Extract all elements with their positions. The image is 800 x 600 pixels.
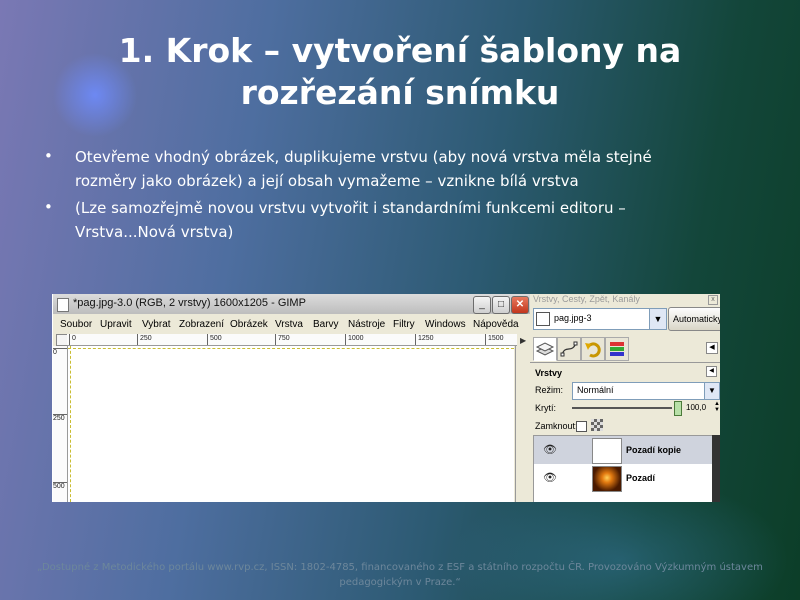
spin-arrows-icon[interactable]: ▲ ▼ bbox=[714, 401, 720, 413]
navigate-arrow-icon[interactable]: ▶ bbox=[520, 336, 526, 345]
layer-name[interactable]: Pozadí kopie bbox=[626, 445, 681, 455]
dock-header: Vrstvy, Cesty, Zpět, Kanály bbox=[530, 294, 720, 306]
checkerboard-alpha-icon bbox=[591, 419, 603, 431]
menu-filtry[interactable]: Filtry bbox=[393, 319, 415, 330]
vertical-ruler: 0 250 500 bbox=[53, 346, 68, 502]
bullet-dot: • bbox=[44, 147, 53, 165]
ruler-label: 500 bbox=[207, 334, 222, 345]
menu-barvy[interactable]: Barvy bbox=[313, 319, 339, 330]
close-icon[interactable]: x bbox=[708, 295, 718, 305]
gimp-image-window: *pag.jpg-3.0 (RGB, 2 vrstvy) 1600x1205 -… bbox=[52, 294, 531, 502]
opacity-slider-handle[interactable] bbox=[674, 401, 682, 416]
layer-boundary bbox=[70, 346, 72, 502]
eye-icon[interactable]: 👁 bbox=[543, 471, 557, 484]
image-canvas[interactable] bbox=[68, 346, 514, 502]
tab-menu-icon[interactable]: ◀ bbox=[706, 342, 718, 354]
opacity-slider[interactable] bbox=[572, 407, 672, 409]
ruler-label: 0 bbox=[53, 348, 67, 356]
ruler-label: 0 bbox=[69, 334, 76, 345]
opacity-value[interactable]: 100,0 bbox=[686, 403, 706, 412]
menu-zobrazeni[interactable]: Zobrazení bbox=[179, 319, 224, 330]
auto-button[interactable]: Automaticky bbox=[668, 307, 720, 331]
layers-panel-title: Vrstvy bbox=[535, 368, 563, 378]
ruler-label: 250 bbox=[137, 334, 152, 345]
layer-thumbnail bbox=[592, 466, 622, 492]
layer-row[interactable]: 👁 Pozadí bbox=[534, 464, 720, 492]
layers-tab-icon[interactable] bbox=[533, 337, 557, 361]
channels-tab-icon[interactable] bbox=[605, 337, 629, 361]
image-select-value: pag.jpg-3 bbox=[554, 313, 592, 323]
image-select[interactable]: pag.jpg-3 ▼ bbox=[533, 308, 667, 330]
ruler-label: 1500 bbox=[485, 334, 504, 345]
paths-tab-icon[interactable] bbox=[557, 337, 581, 361]
lock-alpha-checkbox[interactable] bbox=[576, 421, 587, 432]
dock-tabs: ◀ bbox=[530, 334, 720, 363]
minimize-button[interactable]: _ bbox=[473, 296, 491, 314]
menu-vrstva[interactable]: Vrstva bbox=[275, 319, 303, 330]
layer-boundary bbox=[68, 348, 514, 350]
layer-row[interactable]: 👁 Pozadí kopie bbox=[534, 436, 720, 464]
ruler-label: 250 bbox=[53, 414, 67, 422]
opacity-label: Krytí: bbox=[535, 403, 557, 413]
mode-value: Normální bbox=[577, 385, 614, 395]
vertical-scrollbar[interactable] bbox=[515, 346, 531, 502]
ruler-label: 750 bbox=[275, 334, 290, 345]
ruler-label: 1250 bbox=[415, 334, 434, 345]
window-title: *pag.jpg-3.0 (RGB, 2 vrstvy) 1600x1205 -… bbox=[73, 297, 306, 309]
layer-name[interactable]: Pozadí bbox=[626, 473, 655, 483]
image-thumbnail bbox=[536, 312, 550, 326]
ruler-label: 500 bbox=[53, 482, 67, 490]
footer-credit: „Dostupné z Metodického portálu www.rvp.… bbox=[37, 562, 763, 588]
menu-windows[interactable]: Windows bbox=[425, 319, 466, 330]
menu-napoveda[interactable]: Nápověda bbox=[473, 319, 519, 330]
undo-tab-icon[interactable] bbox=[581, 337, 605, 361]
ruler-label: 1000 bbox=[345, 334, 364, 345]
horizontal-ruler: 0 250 500 750 1000 1250 1500 bbox=[67, 334, 517, 346]
bullet-item: • Otevřeme vhodný obrázek, duplikujeme v… bbox=[40, 145, 680, 193]
menu-soubor[interactable]: Soubor bbox=[60, 319, 92, 330]
menu-bar: Soubor Upravit Vybrat Zobrazení Obrázek … bbox=[53, 315, 531, 333]
close-button[interactable]: ✕ bbox=[511, 296, 529, 314]
menu-upravit[interactable]: Upravit bbox=[100, 319, 132, 330]
window-titlebar: *pag.jpg-3.0 (RGB, 2 vrstvy) 1600x1205 -… bbox=[53, 294, 531, 314]
document-icon bbox=[57, 298, 69, 312]
layer-thumbnail bbox=[592, 438, 622, 464]
bullet-item: • (Lze samozřejmě novou vrstvu vytvořit … bbox=[40, 196, 680, 244]
chevron-down-icon[interactable]: ▼ bbox=[649, 309, 666, 329]
bullet-text: Otevřeme vhodný obrázek, duplikujeme vrs… bbox=[75, 148, 652, 190]
layer-list-scrollbar[interactable] bbox=[712, 435, 720, 502]
slide-title: 1. Krok – vytvoření šablony na rozřezání… bbox=[118, 31, 682, 112]
menu-vybrat[interactable]: Vybrat bbox=[142, 319, 171, 330]
layers-dock: Vrstvy, Cesty, Zpět, Kanály x pag.jpg-3 … bbox=[530, 294, 720, 502]
bullet-list: • Otevřeme vhodný obrázek, duplikujeme v… bbox=[40, 145, 680, 247]
bullet-text: (Lze samozřejmě novou vrstvu vytvořit i … bbox=[75, 199, 626, 241]
slide: 1. Krok – vytvoření šablony na rozřezání… bbox=[0, 0, 800, 600]
menu-nastroje[interactable]: Nástroje bbox=[348, 319, 385, 330]
eye-icon[interactable]: 👁 bbox=[543, 443, 557, 456]
menu-obrazek[interactable]: Obrázek bbox=[230, 319, 268, 330]
layer-list: 👁 Pozadí kopie 👁 Pozadí bbox=[533, 435, 720, 502]
bullet-dot: • bbox=[44, 198, 53, 216]
panel-menu-icon[interactable]: ◀ bbox=[706, 366, 717, 377]
chevron-down-icon[interactable]: ▼ bbox=[704, 383, 719, 399]
maximize-button[interactable]: □ bbox=[492, 296, 510, 314]
lock-label: Zamknout: bbox=[535, 421, 578, 431]
mode-label: Režim: bbox=[535, 385, 564, 395]
mode-select[interactable]: Normální ▼ bbox=[572, 382, 720, 400]
opacity-slider-fill bbox=[572, 407, 672, 409]
